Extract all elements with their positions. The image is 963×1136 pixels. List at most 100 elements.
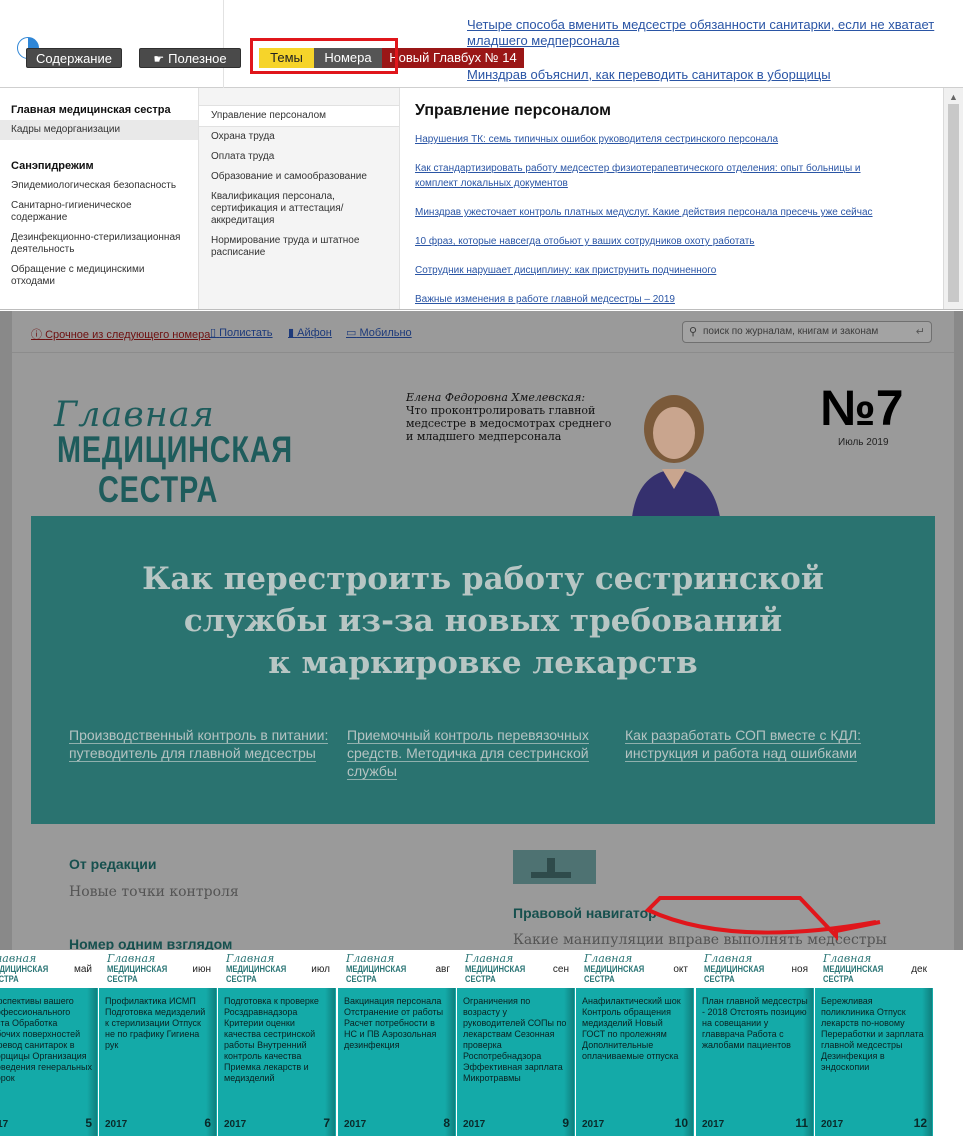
menu-item[interactable]: Санитарно-гигиеническое содержание — [0, 196, 198, 228]
issue-contents: Профилактика ИСМП Подготовка медизделий … — [105, 996, 206, 1050]
menu-subitem[interactable]: Нормирование труда и штатное расписание — [199, 231, 399, 263]
article-item[interactable]: Сотрудник нарушает дисциплину: как прист… — [415, 263, 943, 278]
article-link[interactable]: 10 фраз, которые навсегда отобьют у ваши… — [415, 236, 755, 247]
hero-title[interactable]: Как перестроить работу сестринской служб… — [31, 558, 935, 684]
article-item[interactable]: Минздрав ужесточает контроль платных мед… — [415, 205, 943, 220]
issue-logo-bold: МЕДИЦИНСКАЯ СЕСТРА — [823, 964, 884, 984]
mobile-link[interactable]: ▭ Мобильно — [346, 326, 412, 339]
scroll-up-icon[interactable]: ▲ — [949, 92, 958, 102]
issue-month: дек — [911, 964, 927, 975]
issue-card-header: Главная МЕДИЦИНСКАЯ СЕСТРА сен — [457, 950, 575, 988]
search-icon: ⚲ — [689, 326, 698, 338]
article-item[interactable]: Важные изменения в работе главной медсес… — [415, 292, 943, 307]
issue-card[interactable]: Главная МЕДИЦИНСКАЯ СЕСТРА авг Вакцинация п… — [338, 950, 456, 1136]
news-link[interactable]: Минздрав объяснил, как переводить санита… — [467, 67, 831, 82]
issue-card[interactable]: Главная МЕДИЦИНСКАЯ СЕСТРА ноя План главной… — [696, 950, 814, 1136]
iphone-link[interactable]: ▮ Айфон — [288, 326, 332, 339]
legal-navigator-heading[interactable]: Правовой навигатор — [513, 905, 657, 921]
issue-contents: План главной медсестры - 2018 Отстоять п… — [702, 996, 808, 1050]
enter-icon[interactable]: ↵ — [916, 322, 925, 342]
issue-card[interactable]: Главная МЕДИЦИНСКАЯ СЕСТРА окт Анафилактиче… — [576, 950, 694, 1136]
menu-item-hr[interactable]: Кадры медорганизации — [0, 120, 198, 140]
flip-through-link[interactable]: ▯ Полистать — [210, 326, 273, 339]
issue-card-shadow — [445, 988, 455, 1136]
news-item[interactable]: Четыре способа вменить медсестре обязанн… — [467, 17, 957, 49]
hero-subarticle-text: Как разработать СОП вместе с КДЛ: инстру… — [625, 727, 862, 762]
themes-dropdown-menu: Главная медицинская сестра Кадры медорга… — [0, 88, 963, 310]
article-link[interactable]: Нарушения ТК: семь типичных ошибок руков… — [415, 134, 778, 145]
issue-card[interactable]: ГлавнаяМЕДИЦИНСКАЯ СЕСТРАмайПерспективы … — [0, 950, 98, 1136]
news-link[interactable]: Четыре способа вменить медсестре обязанн… — [467, 17, 934, 48]
issue-card-shadow — [325, 988, 335, 1136]
article-item[interactable]: Нарушения ТК: семь типичных ошибок руков… — [415, 132, 943, 147]
iphone-label: Айфон — [297, 327, 332, 339]
hero-subarticle[interactable]: Приемочный контроль перевязочных средств… — [347, 726, 607, 780]
contents-button[interactable]: Содержание — [26, 48, 122, 68]
issue-card[interactable]: Главная МЕДИЦИНСКАЯ СЕСТРА сен Ограничения … — [457, 950, 575, 1136]
article-item[interactable]: 10 фраз, которые навсегда отобьют у ваши… — [415, 234, 943, 249]
hero-subarticle[interactable]: Производственный контроль в питании: пут… — [69, 726, 329, 762]
issue-logo-bold: МЕДИЦИНСКАЯ СЕСТРА — [107, 964, 168, 984]
hero-title-line: службы из-за новых требований — [183, 603, 783, 639]
menu-item[interactable]: Эпидемиологическая безопасность — [0, 176, 198, 196]
issue-card-shadow — [564, 988, 574, 1136]
issue-logo-bold: МЕДИЦИНСКАЯ СЕСТРА — [346, 964, 407, 984]
menu-item[interactable]: Обращение с медицинскими отходами — [0, 260, 198, 292]
top-toolbar: Содержание ☛ Полезное Новый Главбух № 14 … — [0, 0, 963, 88]
issue-contents: Подготовка к проверке Росздравнадзора Кр… — [224, 996, 319, 1083]
issue-year: 2017 — [344, 1119, 367, 1130]
red-arrow-annotation — [644, 896, 881, 942]
hero-banner[interactable]: Как перестроить работу сестринской служб… — [31, 516, 935, 824]
news-item[interactable]: Минздрав объяснил, как переводить санита… — [467, 67, 957, 83]
new-issue-tab[interactable]: Новый Главбух № 14 — [382, 48, 524, 68]
issue-year: 2017 — [702, 1119, 725, 1130]
article-item[interactable]: Как стандартизировать работу медсестер ф… — [415, 161, 885, 191]
issue-logo-bold: МЕДИЦИНСКАЯ СЕСТРА — [226, 964, 287, 984]
menu-subitem[interactable]: Охрана труда — [199, 127, 399, 147]
menu-column-sections: Главная медицинская сестра Кадры медорга… — [0, 96, 198, 309]
issue-card-body: Бережливая поликлиника Отпуск лекарств п… — [815, 988, 933, 1136]
article-link[interactable]: Как стандартизировать работу медсестер ф… — [415, 163, 861, 189]
editorial-heading[interactable]: От редакции — [69, 856, 156, 872]
logo-line1: МЕДИЦИНСКАЯ — [57, 429, 293, 470]
article-link[interactable]: Минздрав ужесточает контроль платных мед… — [415, 207, 873, 218]
issue-month: июн — [192, 964, 211, 975]
useful-button[interactable]: ☛ Полезное — [139, 48, 241, 68]
menu-subitem-active[interactable]: Управление персоналом — [199, 105, 399, 127]
issue-card-shadow — [922, 988, 932, 1136]
menu-subitem[interactable]: Квалификация персонала, сертификация и а… — [199, 187, 399, 231]
legal-thumbnail — [513, 850, 596, 884]
issue-month: авг — [435, 964, 450, 975]
issue-contents: Ограничения по возрасту у руководителей … — [463, 996, 567, 1083]
mobile-label: Мобильно — [359, 327, 412, 339]
issue-card[interactable]: Главная МЕДИЦИНСКАЯ СЕСТРА дек Бережливая п… — [815, 950, 933, 1136]
editorial-text[interactable]: Новые точки контроля — [69, 884, 239, 900]
scrollbar-thumb[interactable] — [948, 104, 959, 302]
issue-card-header: Главная МЕДИЦИНСКАЯ СЕСТРА авг — [338, 950, 456, 988]
menu-subitem[interactable]: Образование и самообразование — [199, 167, 399, 187]
author-teaser[interactable]: Елена Федоровна Хмелевская: Что проконтр… — [406, 391, 616, 443]
issue-card[interactable]: Главная МЕДИЦИНСКАЯ СЕСТРА июл Подготовка к… — [218, 950, 336, 1136]
issue-card-shadow — [206, 988, 216, 1136]
issue-card-body: Перспективы вашего профессионального рос… — [0, 988, 98, 1136]
article-link[interactable]: Сотрудник нарушает дисциплину: как прист… — [415, 265, 716, 276]
issue-card-body: Профилактика ИСМП Подготовка медизделий … — [99, 988, 217, 1136]
issue-card[interactable]: Главная МЕДИЦИНСКАЯ СЕСТРА июн Профилактика… — [99, 950, 217, 1136]
article-link[interactable]: Важные изменения в работе главной медсес… — [415, 294, 675, 305]
author-name: Елена Федоровна Хмелевская: — [406, 391, 586, 404]
issue-card-shadow — [803, 988, 813, 1136]
hero-subarticle[interactable]: Как разработать СОП вместе с КДЛ: инстру… — [625, 726, 885, 762]
author-portrait — [612, 377, 732, 517]
issue-logo-bold: МЕДИЦИНСКАЯ СЕСТРА — [704, 964, 765, 984]
issue-logo-bold: МЕДИЦИНСКАЯ СЕСТРА — [0, 964, 49, 984]
search-input[interactable]: ⚲ поиск по журналам, книгам и законам ↵ — [682, 321, 932, 343]
menu-item[interactable]: Дезинфекционно-стерилизационная деятельн… — [0, 228, 198, 260]
menu-column-subtopics: Управление персоналом Охрана труда Оплат… — [198, 88, 400, 309]
menu-column-articles: Управление персоналом Нарушения ТК: семь… — [400, 88, 943, 309]
issue-month: окт — [673, 964, 688, 975]
menu-subitem[interactable]: Оплата труда — [199, 147, 399, 167]
menu-scrollbar[interactable]: ▲ — [943, 88, 963, 309]
issue-card-body: Анафилактический шок Контроль обращения … — [576, 988, 694, 1136]
urgent-label: Срочное из следующего номера — [45, 329, 211, 341]
urgent-link[interactable]: ⓘ Срочное из следующего номера — [31, 326, 210, 342]
